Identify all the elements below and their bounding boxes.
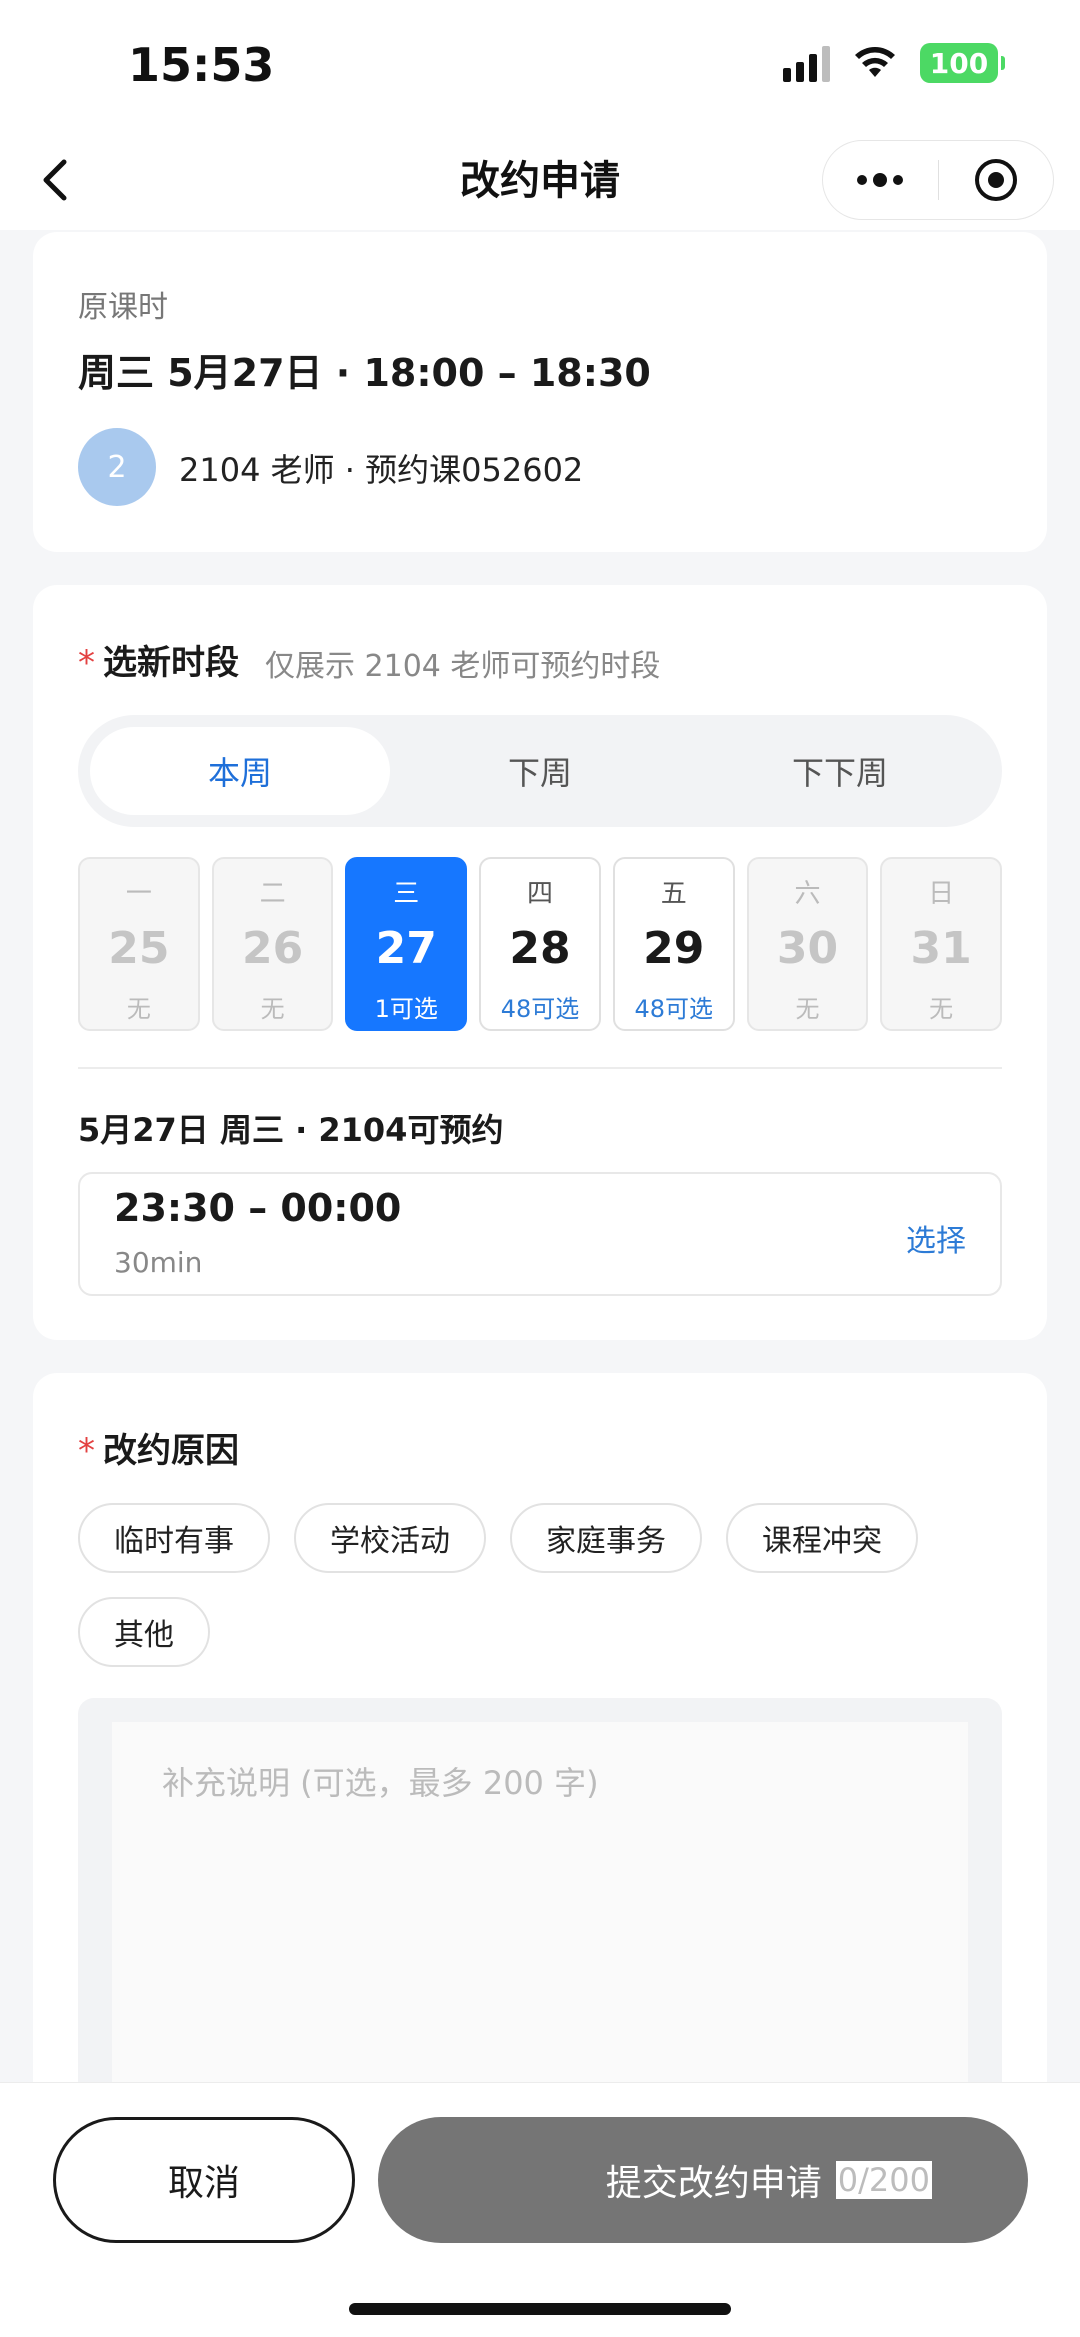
cellular-signal-icon [783, 44, 830, 82]
day-weekday: 六 [794, 879, 821, 909]
close-mini-program-button[interactable] [939, 141, 1054, 219]
day-number: 25 [108, 923, 170, 974]
tab-next-week[interactable]: 下周 [390, 727, 690, 815]
required-mark: * [78, 643, 95, 683]
nav-bar: 改约申请 [0, 130, 1080, 230]
reason-chip[interactable]: 学校活动 [294, 1503, 486, 1573]
char-counter: 0/200 [835, 2161, 932, 2199]
day-availability: 无 [929, 995, 954, 1023]
tab-week-after-next[interactable]: 下下周 [690, 727, 990, 815]
reason-chip[interactable]: 课程冲突 [726, 1503, 918, 1573]
section-title-reason: * 改约原因 [78, 1423, 239, 1472]
original-lesson-datetime: 周三 5月27日 · 18:00 – 18:30 [78, 351, 651, 395]
day-cell-selected[interactable]: 三 27 1可选 [345, 857, 468, 1031]
reason-chip[interactable]: 家庭事务 [510, 1503, 702, 1573]
day-availability: 48可选 [634, 995, 713, 1023]
day-availability: 无 [260, 995, 285, 1023]
day-weekday: 五 [660, 879, 687, 909]
day-weekday: 四 [527, 879, 554, 909]
time-slot-item[interactable]: 23:30 – 00:00 30min 选择 [78, 1172, 1002, 1296]
more-button[interactable] [823, 141, 938, 219]
day-number: 31 [910, 923, 972, 974]
new-slot-card: * 选新时段 仅展示 2104 老师可预约时段 本周 下周 下下周 一 25 无 … [33, 585, 1047, 1340]
day-cell[interactable]: 六 30 无 [746, 857, 869, 1031]
original-lesson-card: 原课时 周三 5月27日 · 18:00 – 18:30 2 2104 老师 ·… [33, 232, 1047, 552]
day-availability: 48可选 [500, 995, 580, 1023]
divider [78, 1067, 1002, 1069]
reason-chips: 临时有事 学校活动 家庭事务 课程冲突 其他 [78, 1503, 1002, 1667]
section-title-new-slot: * 选新时段 [78, 635, 239, 684]
target-close-icon [974, 159, 1017, 201]
week-tabs: 本周 下周 下下周 [78, 715, 1002, 827]
status-icons: 100 [783, 40, 1005, 86]
required-mark: * [78, 1431, 95, 1471]
day-availability: 无 [126, 995, 151, 1023]
selected-date-label: 5月27日 周三 · 2104可预约 [78, 1111, 504, 1149]
reason-chip[interactable]: 临时有事 [78, 1503, 270, 1573]
section-title-text: 选新时段 [103, 643, 239, 683]
day-availability: 无 [795, 995, 820, 1023]
day-cell[interactable]: 五 29 48可选 [612, 857, 735, 1031]
more-dots-icon [857, 173, 904, 187]
day-number: 28 [509, 923, 571, 974]
mini-program-capsule [822, 140, 1054, 220]
day-cell[interactable]: 日 31 无 [880, 857, 1003, 1031]
day-weekday: 日 [928, 879, 955, 909]
day-number: 27 [375, 923, 437, 974]
slot-hint: 仅展示 2104 老师可预约时段 [265, 649, 661, 684]
battery-icon: 100 [920, 43, 1005, 83]
day-availability: 1可选 [374, 995, 438, 1023]
slot-duration: 30min [114, 1246, 203, 1279]
status-bar: 15:53 100 [0, 0, 1080, 130]
submit-button-label: 提交改约申请 [605, 2163, 822, 2204]
day-weekday: 三 [393, 879, 420, 909]
day-weekday: 二 [259, 879, 286, 909]
day-cell[interactable]: 四 28 48可选 [479, 857, 601, 1031]
home-indicator [349, 2303, 731, 2315]
slot-time: 23:30 – 00:00 [114, 1186, 402, 1230]
day-number: 26 [241, 923, 304, 974]
status-time: 15:53 [128, 38, 275, 92]
day-weekday: 一 [125, 879, 152, 909]
teacher-avatar: 2 [78, 428, 156, 506]
day-picker: 一 25 无 二 26 无 三 27 1可选 四 28 48可选 五 29 48… [78, 857, 1003, 1031]
day-number: 30 [776, 923, 839, 974]
section-title-text: 改约原因 [103, 1431, 239, 1471]
submit-button[interactable]: 提交改约申请 0/200 [378, 2117, 1028, 2243]
select-slot-button[interactable]: 选择 [906, 1216, 966, 1260]
day-number: 29 [643, 923, 705, 974]
reason-chip[interactable]: 其他 [78, 1597, 210, 1667]
tab-this-week[interactable]: 本周 [90, 727, 390, 815]
teacher-info: 2104 老师 · 预约课052602 [179, 451, 584, 489]
day-cell[interactable]: 一 25 无 [78, 857, 200, 1031]
cancel-button[interactable]: 取消 [53, 2117, 355, 2243]
wifi-icon [852, 43, 898, 83]
bottom-action-bar: 取消 提交改约申请 0/200 [0, 2082, 1080, 2337]
day-cell[interactable]: 二 26 无 [211, 857, 334, 1031]
original-lesson-label: 原课时 [78, 290, 168, 325]
